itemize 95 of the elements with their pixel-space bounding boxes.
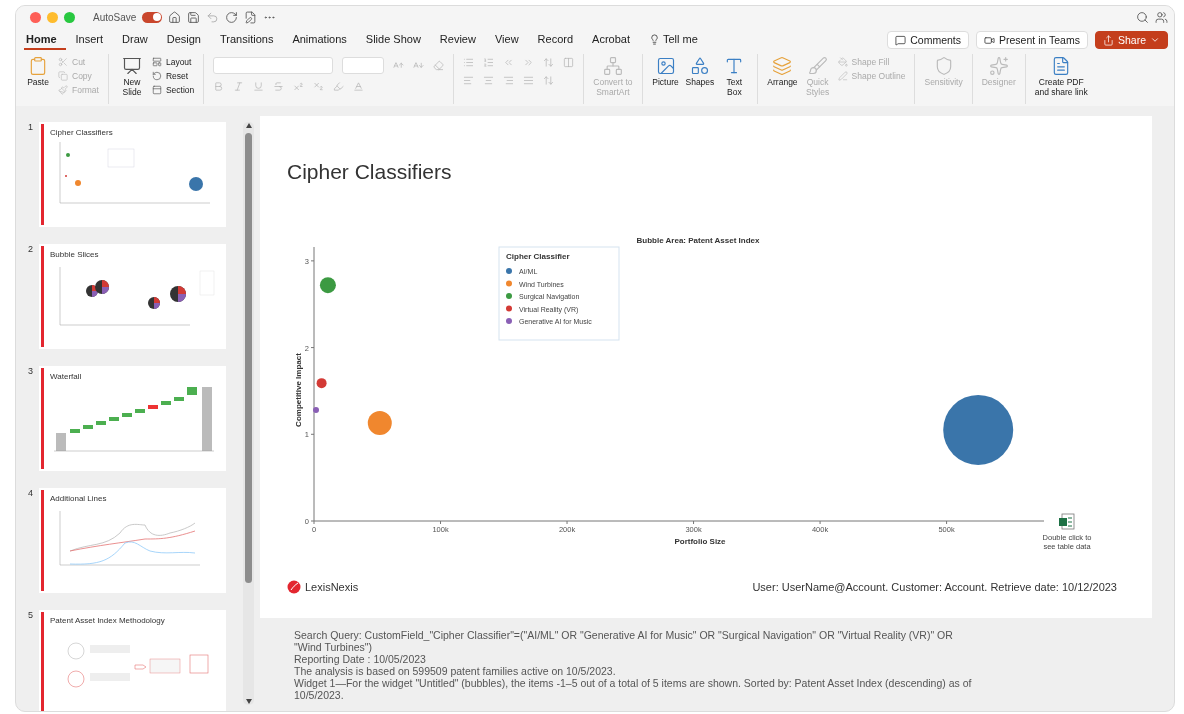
save-icon[interactable]	[187, 10, 201, 24]
spreadsheet-icon[interactable]	[1059, 513, 1075, 530]
paint-bucket-icon	[837, 57, 848, 67]
share-icon	[1102, 34, 1114, 46]
ribbon-button[interactable]: Picture	[651, 54, 680, 88]
home-icon[interactable]	[168, 10, 182, 24]
autosave-toggle[interactable]	[142, 11, 163, 23]
ribbon-button[interactable]: Create PDF and share link	[1034, 54, 1088, 97]
slide-number: 2	[27, 244, 34, 254]
header-button[interactable]: Comments	[887, 31, 970, 49]
chart-title: Bubble Area: Patent Asset Index	[636, 236, 760, 245]
diagram-icon	[602, 56, 623, 76]
thumbnail-title: Bubble Slices	[50, 250, 99, 259]
autosave-label: AutoSave	[93, 11, 137, 23]
ribbon-button[interactable]: Reset	[151, 71, 195, 81]
ribbon-button[interactable]: Shapes	[685, 54, 715, 88]
slide-icon	[121, 56, 142, 76]
notes-text: Reporting Date : 10/05/2023	[294, 653, 427, 665]
header-button[interactable]: Share	[1094, 31, 1168, 49]
slide-number: 1	[27, 122, 34, 132]
undo-icon[interactable]	[206, 10, 220, 24]
ribbon-tab[interactable]: Design	[164, 30, 210, 50]
reset-icon	[151, 71, 162, 81]
legend-title: Cipher Classifier	[506, 252, 570, 261]
ribbon-tab[interactable]: Record	[535, 30, 583, 50]
ribbon-tab[interactable]: Acrobat	[590, 30, 639, 50]
camera-icon	[984, 34, 996, 46]
caret-icon	[1150, 35, 1160, 45]
y-axis-label: Competitive Impact	[294, 353, 303, 427]
scissors-icon	[58, 57, 68, 67]
ribbon-button[interactable]: Section	[151, 85, 195, 95]
slide-thumbnail[interactable]: Bubble Slices	[39, 244, 226, 349]
ribbon-tab[interactable]: Insert	[73, 30, 113, 50]
ribbon-tab[interactable]: Slide Show	[363, 30, 430, 50]
shapes-icon	[689, 56, 710, 76]
paintbrush-icon	[58, 85, 68, 95]
speech-bubble-icon	[895, 34, 907, 46]
arrange-icon	[772, 56, 793, 76]
slide-number: 4	[27, 488, 34, 498]
slide-thumbnail[interactable]: Waterfall	[39, 366, 226, 471]
ribbon-tab[interactable]: Draw	[120, 30, 157, 50]
bubble[interactable]	[313, 407, 319, 413]
thumbnail-title: Patent Asset Index Methodology	[50, 616, 165, 625]
sparkles-icon	[988, 56, 1009, 76]
x-axis-label: Portfolio Size	[674, 537, 726, 546]
bubble[interactable]	[316, 378, 327, 389]
notes-text: Widget 1—For the widget "Untitled" (bubbles), the items -1–5 out of a total of 5 items are shown. Sorted by: Patent Asset Index (descending) as of 10/5/2023.	[294, 677, 973, 701]
ribbon-tab[interactable]: Animations	[290, 30, 356, 50]
bubble[interactable]	[943, 394, 1014, 465]
ribbon-button[interactable]: New Slide	[117, 54, 146, 97]
scrollbar-thumb[interactable]	[245, 133, 252, 583]
scroll-down-icon[interactable]	[244, 698, 253, 705]
slide-number: 5	[27, 610, 34, 620]
bubble[interactable]	[367, 411, 392, 435]
people-icon[interactable]	[1155, 10, 1168, 24]
slide-title: Cipher Classifiers	[287, 160, 452, 184]
ribbon-button[interactable]: Text Box	[720, 54, 749, 97]
copy-icon	[58, 71, 68, 81]
header-button[interactable]: Present in Teams	[976, 31, 1088, 49]
notes-text: The analysis is based on 599509 patent families active on 10/5/2023.	[294, 665, 617, 677]
scroll-up-icon[interactable]	[244, 122, 253, 129]
ribbon-tab[interactable]: Tell me	[647, 30, 707, 50]
thumbnail-title: Cipher Classifiers	[50, 128, 113, 137]
lightbulb-icon	[649, 33, 660, 45]
thumbnail-title: Waterfall	[50, 372, 82, 381]
ribbon-button[interactable]: Paste	[24, 54, 52, 88]
logo-text: LexisNexis	[305, 581, 359, 593]
thumbnail-title: Additional Lines	[50, 494, 107, 503]
slide-thumbnail[interactable]: Cipher Classifiers	[39, 122, 226, 227]
slide-number: 3	[27, 366, 34, 376]
clipboard-icon	[28, 56, 48, 76]
brush-icon	[807, 56, 828, 76]
redo-icon[interactable]	[225, 10, 239, 24]
logo-icon	[287, 580, 301, 594]
ribbon-tab[interactable]: View	[492, 30, 528, 50]
close-button[interactable]	[30, 11, 41, 23]
search-icon[interactable]	[1136, 10, 1149, 24]
zoom-button[interactable]	[64, 11, 75, 23]
footer-text: User: UserName@Account. Customer: Account. Retrieve date: 10/12/2023	[752, 581, 1117, 593]
ribbon-button[interactable]: Layout	[151, 57, 195, 67]
edit-icon[interactable]	[244, 10, 258, 24]
ribbon-tab[interactable]: Review	[437, 30, 485, 50]
bubble[interactable]	[319, 277, 336, 294]
picture-icon	[655, 56, 676, 76]
ribbon-button[interactable]: Arrange	[767, 54, 798, 88]
layout-icon	[151, 57, 162, 67]
minimize-button[interactable]	[47, 11, 58, 23]
section-icon	[151, 85, 162, 95]
ribbon-tab[interactable]: Transitions	[218, 30, 283, 50]
scrollbar[interactable]	[243, 122, 254, 705]
slide-thumbnail[interactable]: Additional Lines	[39, 488, 226, 593]
ribbon-tab[interactable]: Home	[24, 30, 66, 50]
notes-text: Search Query: CustomField_"Cipher Classifier"=("AI/ML" OR "Generative AI for Music" OR "Surgical Navigation" OR "Virtual Reality (VR)" OR "Wind Turbines")	[294, 629, 954, 653]
pen-icon	[837, 71, 848, 81]
slide-thumbnail[interactable]: Patent Asset Index Methodology	[39, 610, 226, 711]
